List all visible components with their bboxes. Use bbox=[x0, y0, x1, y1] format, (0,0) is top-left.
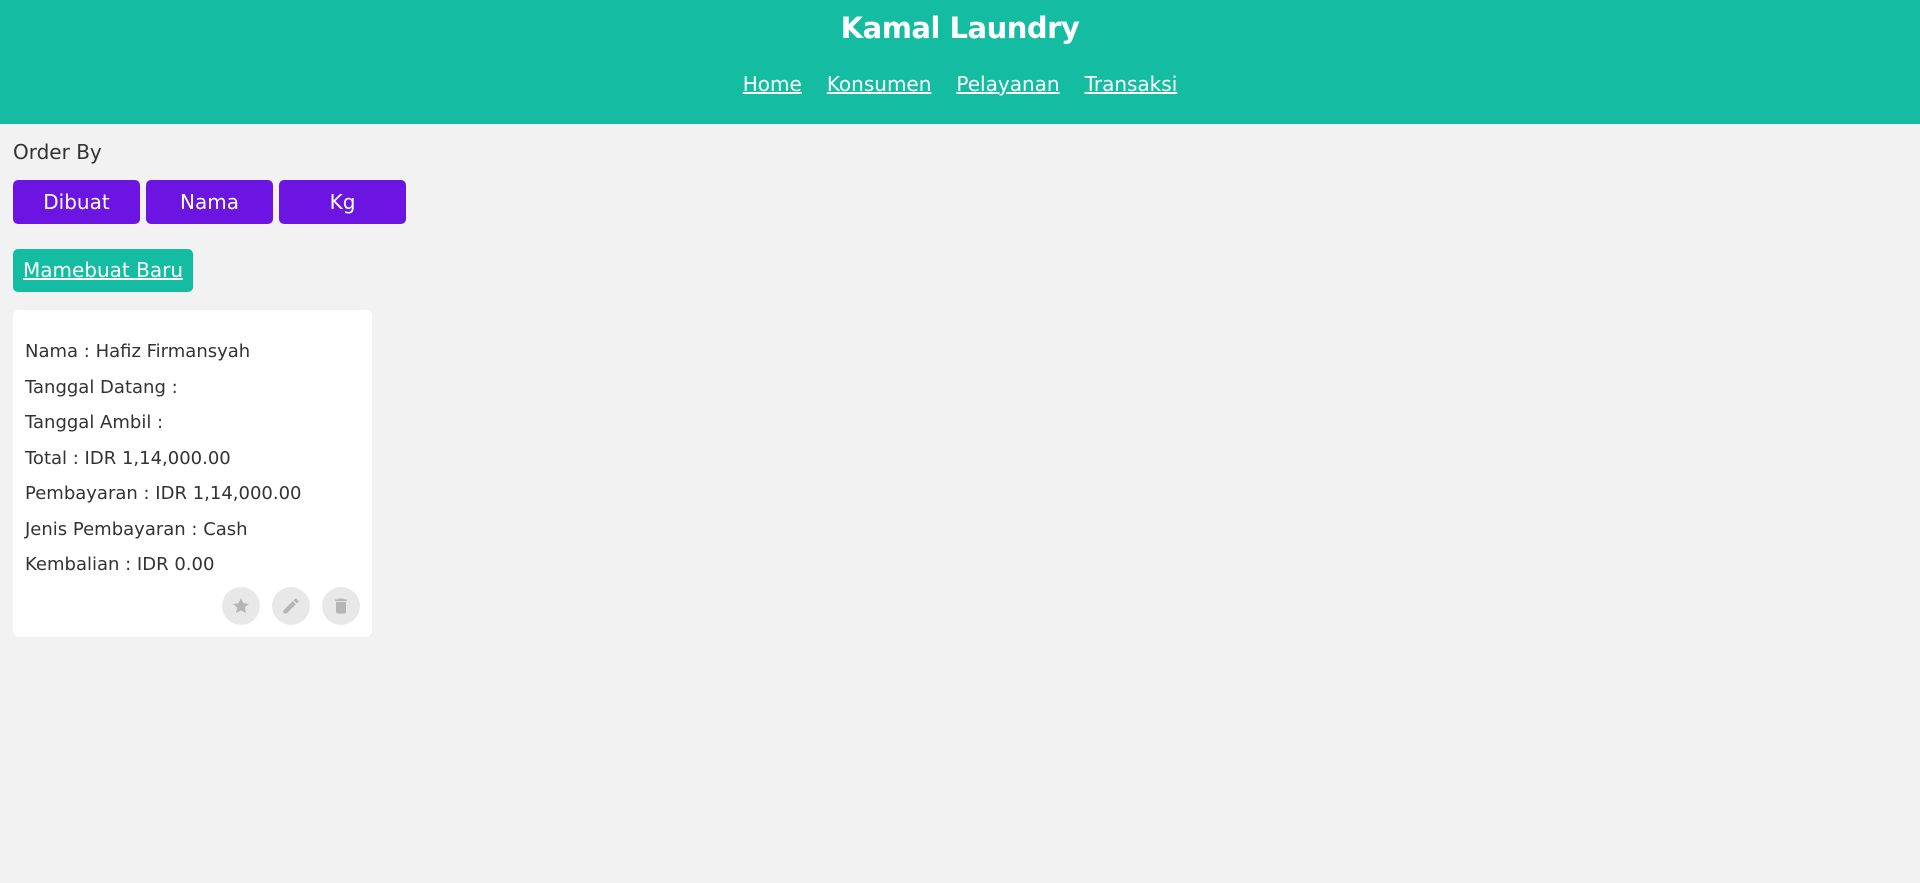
trash-icon bbox=[335, 598, 347, 614]
nav-link-transaksi[interactable]: Transaksi bbox=[1085, 72, 1178, 96]
card-actions bbox=[222, 587, 360, 625]
total-amount: Total : IDR 1,14,000.00 bbox=[25, 447, 231, 469]
change-amount: Kembalian : IDR 0.00 bbox=[25, 554, 215, 575]
order-by-dibuat-button[interactable]: Dibuat bbox=[13, 180, 140, 224]
customer-name: Nama : Hafiz Firmansyah bbox=[25, 341, 251, 362]
edit-button[interactable] bbox=[272, 587, 310, 625]
pickup-date: Tanggal Ambil : bbox=[25, 412, 164, 433]
payment-type: Jenis Pembayaran : Cash bbox=[25, 518, 248, 540]
star-icon bbox=[233, 598, 249, 614]
favorite-button[interactable] bbox=[222, 587, 260, 625]
order-by-kg-button[interactable]: Kg bbox=[279, 180, 406, 224]
create-new-button[interactable]: Mamebuat Baru bbox=[13, 249, 193, 292]
nav-link-konsumen[interactable]: Konsumen bbox=[827, 72, 932, 96]
transaction-card: Nama : Hafiz Firmansyah Tanggal Datang :… bbox=[13, 310, 372, 637]
order-by-nama-button[interactable]: Nama bbox=[146, 180, 273, 224]
arrival-date: Tanggal Datang : bbox=[25, 376, 178, 398]
app-title: Kamal Laundry bbox=[840, 11, 1080, 45]
main-nav: Home Konsumen Pelayanan Transaksi bbox=[0, 72, 1920, 96]
nav-link-pelayanan[interactable]: Pelayanan bbox=[956, 72, 1059, 96]
order-by-buttons: Dibuat Nama Kg bbox=[13, 180, 406, 224]
nav-link-home[interactable]: Home bbox=[743, 72, 802, 96]
pencil-icon bbox=[283, 598, 299, 614]
delete-button[interactable] bbox=[322, 587, 360, 625]
payment-amount: Pembayaran : IDR 1,14,000.00 bbox=[25, 483, 302, 504]
order-by-label: Order By bbox=[13, 140, 102, 164]
app-header: Kamal Laundry Home Konsumen Pelayanan Tr… bbox=[0, 0, 1920, 124]
